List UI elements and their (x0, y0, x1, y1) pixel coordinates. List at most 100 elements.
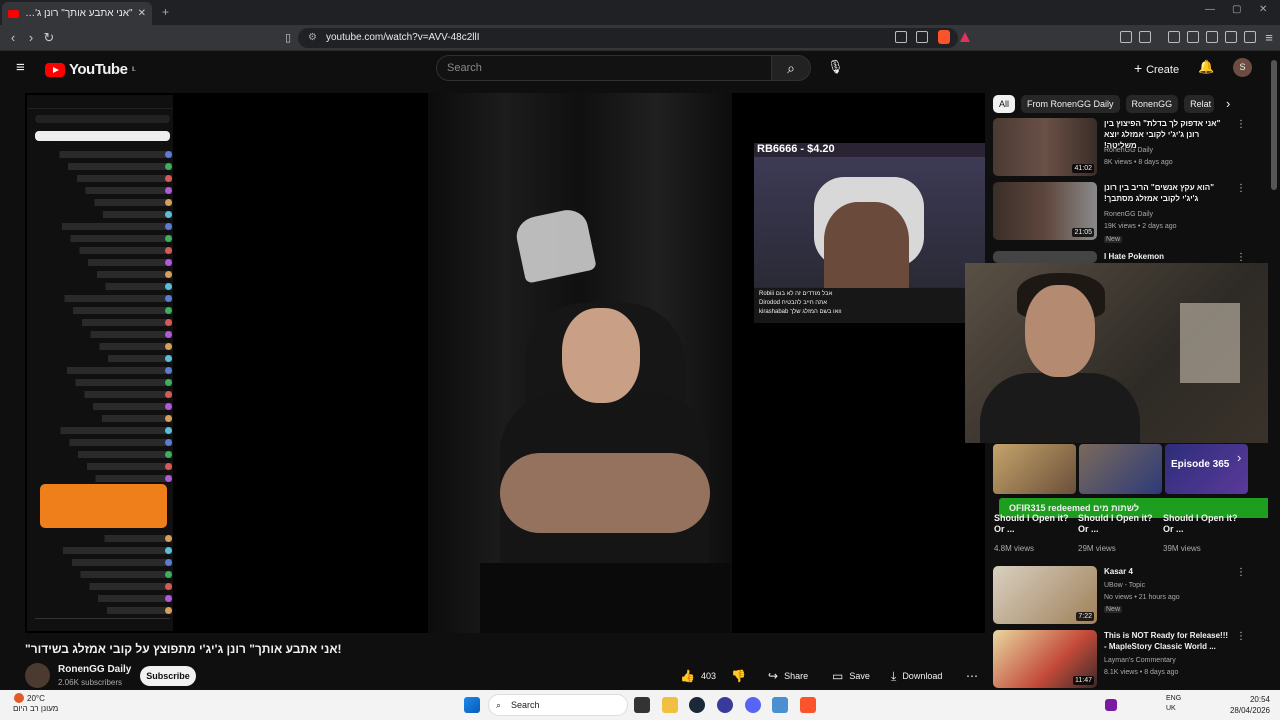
video-thumbnail[interactable]: 21:05 (993, 182, 1097, 240)
chip-related[interactable]: Relat (1184, 95, 1215, 113)
recommendation-title[interactable]: I Hate Pokemon (1104, 251, 1232, 262)
short-thumbnail[interactable] (993, 444, 1076, 494)
vpn-icon[interactable] (1225, 31, 1237, 43)
chips-next-icon[interactable]: › (1226, 96, 1230, 111)
new-tab-icon[interactable]: + (162, 5, 169, 19)
windows-start-icon[interactable] (464, 697, 480, 713)
video-thumbnail[interactable]: 7:22 (993, 566, 1097, 624)
chat-user-avatar (165, 415, 172, 422)
bookmark-icon[interactable]: ▯ (279, 29, 297, 47)
recommendation-channel[interactable]: Layman's Commentary (1104, 657, 1176, 664)
chip-ronengg[interactable]: RonenGG (1125, 95, 1179, 113)
channel-avatar[interactable] (25, 663, 50, 688)
menu-icon[interactable]: ≡ (1260, 29, 1278, 47)
steam-icon[interactable] (689, 697, 705, 713)
app-icon[interactable] (717, 697, 733, 713)
discord-icon[interactable] (745, 697, 761, 713)
share-button[interactable]: ↪ Share (768, 666, 808, 686)
search-input[interactable]: Search (436, 55, 772, 81)
download-button[interactable]: ⤓ Download (891, 666, 942, 686)
video-player[interactable]: RB6666 - $4.20 Robiii אבל מודדים זה לא ב… (25, 93, 985, 633)
more-actions-icon[interactable]: ⋮ (1236, 567, 1246, 578)
chat-header (27, 95, 173, 109)
extensions-icon[interactable] (1120, 31, 1132, 43)
chat-user-avatar (165, 235, 172, 242)
video-thumbnail[interactable]: 11:47 (993, 630, 1097, 688)
close-window-icon[interactable]: ✕ (1259, 4, 1267, 15)
wallet-icon[interactable] (1206, 31, 1218, 43)
shorts-next-icon[interactable]: › (1237, 450, 1241, 465)
media-icon[interactable] (1168, 31, 1180, 43)
dislike-button[interactable]: 👎 (731, 666, 746, 686)
like-button[interactable]: 👍 403 (680, 666, 716, 686)
video-thumbnail[interactable] (993, 251, 1097, 263)
recommendation-title[interactable]: This is NOT Ready for Release!!! - Maple… (1104, 630, 1232, 652)
video-thumbnail[interactable]: 41:02 (993, 118, 1097, 176)
chip-all[interactable]: All (993, 95, 1016, 113)
youtube-logo[interactable]: YouTube IL (45, 61, 136, 78)
recommendation-title[interactable]: Kasar 4 (1104, 566, 1232, 577)
recommendation-channel[interactable]: UBow - Topic (1104, 582, 1145, 589)
recommendation-item[interactable]: 7:22 Kasar 4 UBow - Topic No views • 21 … (993, 566, 1253, 624)
onenote-icon[interactable] (1105, 699, 1117, 711)
youtube-play-icon (45, 62, 65, 77)
leo-ai-icon[interactable] (1244, 31, 1256, 43)
streamer-head (562, 308, 640, 403)
brave-browser-icon[interactable] (800, 697, 816, 713)
recommendation-item[interactable]: I Hate Pokemon ⋮ (993, 251, 1253, 263)
cast-icon[interactable] (895, 31, 907, 43)
system-clock[interactable]: 20:54 28/04/2026 (1218, 694, 1270, 716)
chat-user-avatar (165, 343, 172, 350)
back-icon[interactable]: ‹ (4, 29, 22, 47)
recommendation-item[interactable]: 21:05 "הוא עקץ אנשים" הריב בין רונן ג'יג… (993, 182, 1253, 243)
more-button[interactable]: ⋯ (966, 666, 978, 686)
chat-user-avatar (165, 403, 172, 410)
recommendation-item[interactable]: 11:47 This is NOT Ready for Release!!! -… (993, 630, 1253, 688)
channel-name[interactable]: RonenGG Daily (58, 664, 131, 675)
chip-from-channel[interactable]: From RonenGG Daily (1021, 95, 1120, 113)
recommendation-channel[interactable]: RonenGG Daily (1104, 211, 1153, 218)
reload-icon[interactable]: ↻ (40, 29, 58, 47)
taskbar-search[interactable]: ⌕ Search (488, 694, 628, 716)
more-actions-icon[interactable]: ⋮ (1236, 631, 1246, 642)
subscribe-button[interactable]: Subscribe (140, 666, 196, 686)
save-button[interactable]: ▭ Save (832, 666, 870, 686)
language-indicator[interactable]: ENG UK (1166, 694, 1181, 714)
search-button[interactable]: ⌕ (771, 55, 811, 81)
sidebar-icon[interactable] (1187, 31, 1199, 43)
scrollbar-thumb[interactable] (1271, 60, 1277, 190)
short-title[interactable]: Should I Open it? Or ... (1078, 513, 1160, 535)
voice-search-icon[interactable]: 🎙 (827, 59, 844, 75)
create-button[interactable]: + Create (1126, 56, 1187, 80)
more-actions-icon[interactable]: ⋮ (1236, 183, 1246, 194)
address-bar[interactable]: ⚙ youtube.com/watch?v=AVV-48c2llI (298, 28, 958, 48)
forward-icon[interactable]: › (22, 29, 40, 47)
share-page-icon[interactable] (916, 31, 928, 43)
short-thumbnail[interactable] (1079, 444, 1162, 494)
more-actions-icon[interactable]: ⋮ (1236, 119, 1246, 130)
short-thumbnail[interactable]: Episode 365 (1165, 444, 1248, 494)
screenshot-icon[interactable] (1139, 31, 1151, 43)
brave-shield-icon[interactable] (938, 30, 950, 44)
minimize-icon[interactable]: — (1205, 4, 1215, 15)
more-actions-icon[interactable]: ⋮ (1236, 252, 1246, 263)
notifications-icon[interactable]: 🔔 (1198, 59, 1214, 75)
task-view-icon[interactable] (634, 697, 650, 713)
short-title[interactable]: Should I Open it? Or ... (994, 513, 1076, 535)
laptop (480, 563, 730, 633)
short-title[interactable]: Should I Open it? Or ... (1163, 513, 1245, 535)
hamburger-menu-icon[interactable]: ≡ (16, 59, 25, 76)
maximize-icon[interactable]: ▢ (1232, 4, 1241, 15)
chat-user-avatar (165, 151, 172, 158)
account-avatar[interactable]: S (1233, 58, 1252, 77)
file-explorer-icon[interactable] (662, 697, 678, 713)
recommendation-item[interactable]: 41:02 "אני אדפוק לך בדלת" הפיצוץ בין רונ… (993, 118, 1253, 176)
close-tab-icon[interactable]: ✕ (138, 8, 146, 19)
brave-rewards-icon[interactable] (960, 32, 970, 42)
app-icon[interactable] (772, 697, 788, 713)
recommendation-channel[interactable]: RonenGG Daily (1104, 147, 1153, 154)
chat-input[interactable] (35, 618, 170, 628)
recommendation-title[interactable]: "הוא עקץ אנשים" הריב בין רונן ג'יג'י לקו… (1104, 182, 1232, 204)
site-info-icon[interactable]: ⚙ (308, 28, 317, 48)
browser-tab[interactable]: "אני אתבע אותך" רונן ג'יג'י מתפוצץ ✕ (2, 2, 152, 25)
